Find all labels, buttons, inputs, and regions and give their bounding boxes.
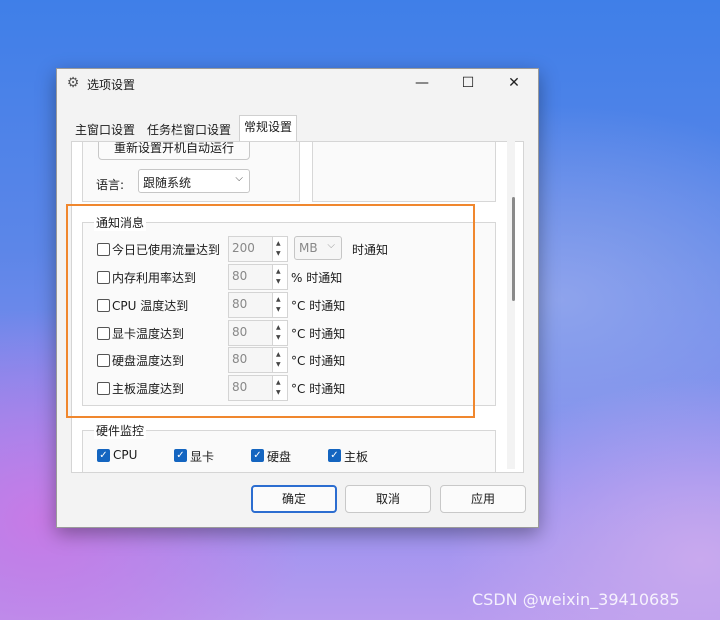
language-select[interactable]: 跟随系统 ⌵ bbox=[138, 169, 250, 193]
reset-autorun-button[interactable]: 重新设置开机自动运行 bbox=[98, 142, 250, 160]
scrollbar-track[interactable] bbox=[507, 139, 515, 469]
ok-button[interactable]: 确定 bbox=[251, 485, 337, 513]
hw-gpu-label: 显卡 bbox=[190, 450, 215, 464]
language-label: 语言: bbox=[96, 178, 125, 192]
hardware-title: 硬件监控 bbox=[94, 422, 147, 439]
watermark-text: CSDN @weixin_39410685 bbox=[472, 590, 680, 609]
language-value: 跟随系统 bbox=[143, 176, 192, 190]
close-button[interactable]: ✕ bbox=[491, 69, 537, 99]
chevron-down-icon: ⌵ bbox=[235, 173, 243, 184]
checkbox-hw-disk[interactable]: ✓ bbox=[251, 449, 264, 462]
tab-main-window[interactable]: 主窗口设置 bbox=[71, 119, 139, 141]
maximize-button[interactable]: ☐ bbox=[445, 69, 491, 99]
window-title: 选项设置 bbox=[87, 78, 136, 92]
hw-disk-label: 硬盘 bbox=[267, 450, 292, 464]
checkbox-hw-gpu[interactable]: ✓ bbox=[174, 449, 187, 462]
hw-board-label: 主板 bbox=[344, 450, 369, 464]
cancel-button[interactable]: 取消 bbox=[345, 485, 431, 513]
tab-taskbar-window[interactable]: 任务栏窗口设置 bbox=[143, 119, 235, 141]
minimize-button[interactable]: — bbox=[399, 69, 445, 99]
apply-button[interactable]: 应用 bbox=[440, 485, 526, 513]
title-bar[interactable]: ⚙ 选项设置 — ☐ ✕ bbox=[57, 69, 538, 99]
scrollbar-thumb[interactable] bbox=[512, 197, 515, 301]
gear-icon: ⚙ bbox=[66, 75, 80, 91]
checkbox-hw-board[interactable]: ✓ bbox=[328, 449, 341, 462]
highlight-frame bbox=[66, 204, 475, 418]
right-group bbox=[312, 142, 496, 202]
checkbox-hw-cpu[interactable]: ✓ bbox=[97, 449, 110, 462]
hw-cpu-label: CPU bbox=[113, 448, 138, 462]
tab-general[interactable]: 常规设置 bbox=[239, 115, 298, 142]
